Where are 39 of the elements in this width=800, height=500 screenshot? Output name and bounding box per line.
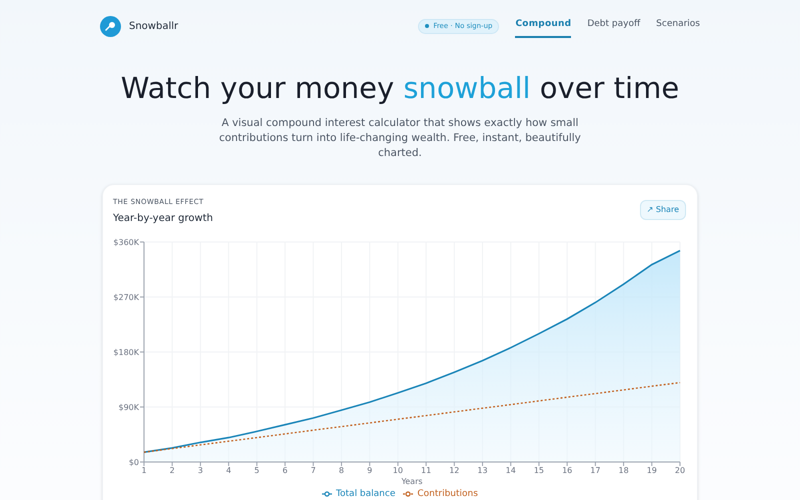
nav-tab[interactable]: Scenarios [656, 14, 700, 38]
x-tick-label: 10 [392, 466, 403, 474]
y-tick-label: $270K [113, 292, 139, 302]
x-axis-title: Years [401, 476, 423, 486]
hero-title: Watch your money snowball over time [120, 70, 680, 106]
share-button[interactable]: ↗ Share [640, 200, 686, 220]
card-title: Year-by-year growth [113, 212, 213, 226]
x-tick-label: 2 [170, 466, 175, 474]
logo-icon [100, 16, 121, 36]
x-tick-label: 7 [310, 466, 316, 474]
nav-tab[interactable]: Debt payoff [587, 14, 640, 38]
x-tick-label: 6 [282, 466, 288, 474]
x-tick-label: 1 [141, 466, 147, 474]
y-tick-label: $360K [113, 238, 139, 246]
x-tick-label: 11 [421, 466, 432, 474]
nav-tab[interactable]: Compound [515, 14, 572, 38]
x-tick-label: 5 [254, 466, 260, 474]
hero-subtitle: A visual compound interest calculator that shows exactly how small contributions turn into life-changing wealth. Free, instant, beautifully charted. [218, 116, 582, 161]
x-tick-label: 13 [477, 466, 488, 474]
x-tick-label: 12 [449, 466, 460, 474]
y-tick-label: $0 [128, 458, 139, 466]
x-tick-label: 4 [226, 466, 232, 474]
x-tick-label: 16 [562, 466, 572, 474]
legend-item[interactable]: Contributions [403, 488, 478, 500]
x-tick-label: 8 [338, 466, 344, 474]
x-tick-label: 19 [646, 466, 657, 474]
x-tick-label: 3 [198, 466, 203, 474]
y-tick-label: $180K [113, 348, 139, 356]
brand-name: Snowballr [129, 20, 178, 34]
x-tick-label: 9 [367, 466, 372, 474]
y-tick-label: $90K [118, 402, 139, 412]
x-tick-label: 20 [674, 466, 686, 474]
legend-label: Contributions [417, 488, 478, 500]
x-tick-label: 17 [590, 466, 600, 474]
x-tick-label: 18 [618, 466, 629, 474]
legend-label: Total balance [336, 488, 396, 500]
legend-item[interactable]: Total balance [322, 488, 396, 500]
x-tick-label: 14 [506, 466, 516, 474]
x-tick-label: 15 [534, 466, 544, 474]
